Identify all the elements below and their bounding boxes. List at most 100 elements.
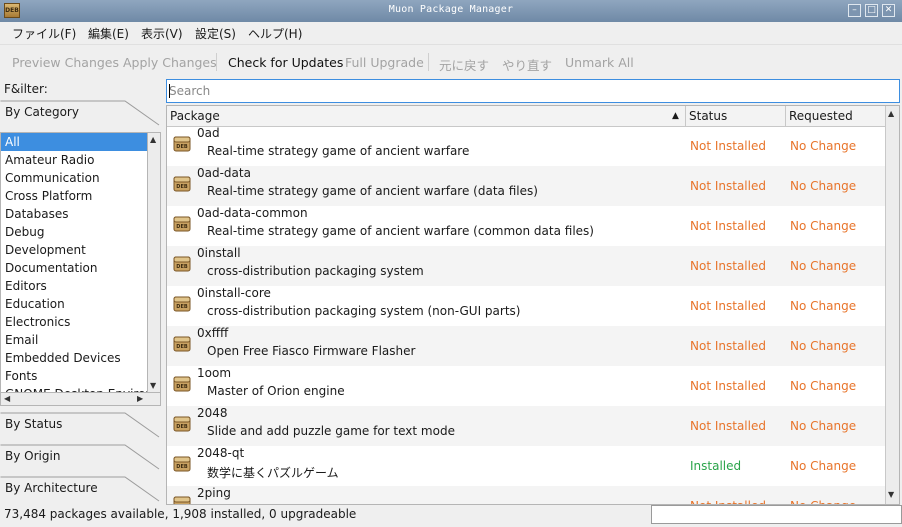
package-name: 2048-qt: [197, 446, 245, 460]
table-row[interactable]: DEB 0ad Real-time strategy game of ancient…: [167, 126, 886, 166]
category-vertical-scrollbar[interactable]: ▲ ▼: [147, 132, 161, 394]
status-bar: 73,484 packages available, 1,908 install…: [0, 505, 902, 527]
table-row[interactable]: DEB 0ad-data Real-time strategy game of an…: [167, 166, 886, 206]
category-item[interactable]: Fonts: [1, 367, 147, 385]
by-status-label: By Status: [5, 417, 63, 431]
category-item[interactable]: Communication: [1, 169, 147, 187]
package-icon: DEB: [173, 175, 191, 193]
package-description: Open Free Fiasco Firmware Flasher: [207, 344, 416, 358]
search-box[interactable]: [166, 79, 900, 103]
menu-bar: ファイル(F) 編集(E) 表示(V) 設定(S) ヘルプ(H): [0, 22, 902, 44]
search-input[interactable]: [169, 82, 889, 100]
package-requested: No Change: [790, 259, 857, 273]
category-item-all[interactable]: All: [1, 133, 147, 151]
package-description: Slide and add puzzle game for text mode: [207, 424, 455, 438]
window-title: Muon Package Manager: [388, 4, 514, 15]
by-category-tab[interactable]: By Category: [0, 100, 163, 126]
category-item[interactable]: Email: [1, 331, 147, 349]
unmark-all-button[interactable]: Unmark All: [565, 55, 634, 70]
table-row[interactable]: DEB2pingNot InstalledNo Change: [167, 486, 886, 504]
full-upgrade-button[interactable]: Full Upgrade: [345, 55, 424, 70]
table-row[interactable]: DEB 0ad-data-common Real-time strategy gam…: [167, 206, 886, 246]
svg-text:DEB: DEB: [176, 424, 188, 430]
scroll-left-icon[interactable]: ◀: [4, 394, 10, 404]
package-status: Not Installed: [690, 299, 766, 313]
menu-settings[interactable]: 設定(S): [195, 25, 236, 42]
package-requested: No Change: [790, 459, 857, 473]
by-status-tab[interactable]: By Status: [0, 412, 163, 438]
scroll-up-icon[interactable]: ▲: [888, 109, 894, 119]
by-architecture-tab[interactable]: By Architecture: [0, 476, 163, 502]
package-requested: No Change: [790, 339, 857, 353]
check-updates-button[interactable]: Check for Updates: [228, 55, 343, 70]
svg-text:DEB: DEB: [176, 184, 188, 190]
column-requested[interactable]: Requested: [789, 109, 853, 123]
svg-text:DEB: DEB: [176, 144, 188, 150]
category-item[interactable]: Electronics: [1, 313, 147, 331]
category-item[interactable]: Debug: [1, 223, 147, 241]
category-item[interactable]: Education: [1, 295, 147, 313]
package-status: Not Installed: [690, 259, 766, 273]
category-item[interactable]: Editors: [1, 277, 147, 295]
category-item[interactable]: Embedded Devices: [1, 349, 147, 367]
menu-view[interactable]: 表示(V): [141, 25, 183, 42]
tab-divider: [0, 124, 163, 132]
package-icon: DEB: [173, 135, 191, 153]
category-item[interactable]: Development: [1, 241, 147, 259]
svg-text:DEB: DEB: [176, 264, 188, 270]
table-row[interactable]: DEB 2048-qt 数学に基くパズルゲーム Installed No Change: [167, 446, 886, 486]
column-status[interactable]: Status: [689, 109, 727, 123]
title-bar: DEB Muon Package Manager – □ ✕: [0, 0, 902, 22]
table-header: Package ▲ Status Requested: [167, 106, 886, 127]
category-item[interactable]: Amateur Radio: [1, 151, 147, 169]
apply-changes-button[interactable]: Apply Changes: [123, 55, 217, 70]
package-rows: DEB 0ad Real-time strategy game of ancient…: [167, 126, 886, 504]
scroll-down-icon[interactable]: ▼: [888, 490, 894, 500]
redo-button[interactable]: やり直す: [502, 55, 552, 74]
package-icon: DEB: [173, 415, 191, 433]
preview-changes-button[interactable]: Preview Changes: [12, 55, 119, 70]
category-item[interactable]: Documentation: [1, 259, 147, 277]
package-description: Master of Orion engine: [207, 384, 345, 398]
package-name: 1oom: [197, 366, 232, 380]
table-row[interactable]: DEB 0install cross-distribution packaging …: [167, 246, 886, 286]
close-icon[interactable]: ✕: [882, 4, 895, 17]
status-text: 73,484 packages available, 1,908 install…: [4, 507, 357, 521]
package-icon: DEB: [173, 295, 191, 313]
scroll-down-icon[interactable]: ▼: [150, 381, 156, 391]
toolbar: Preview Changes Apply Changes Check for …: [0, 44, 902, 79]
package-icon: DEB: [173, 375, 191, 393]
svg-text:DEB: DEB: [176, 384, 188, 390]
category-horizontal-scrollbar[interactable]: ◀ ▶: [0, 392, 161, 406]
table-row[interactable]: DEB 0xffff Open Free Fiasco Firmware Flash…: [167, 326, 886, 366]
package-description: Real-time strategy game of ancient warfa…: [207, 144, 470, 158]
minimize-icon[interactable]: –: [848, 4, 861, 17]
toolbar-separator: [428, 53, 429, 71]
package-status: Not Installed: [690, 379, 766, 393]
package-requested: No Change: [790, 139, 857, 153]
category-list[interactable]: All Amateur Radio Communication Cross Pl…: [0, 132, 147, 394]
category-item[interactable]: Databases: [1, 205, 147, 223]
column-divider[interactable]: [785, 106, 786, 126]
column-package[interactable]: Package: [170, 109, 220, 123]
undo-button[interactable]: 元に戻す: [439, 55, 489, 74]
table-row[interactable]: DEB 2048 Slide and add puzzle game for tex…: [167, 406, 886, 446]
package-icon: DEB: [173, 495, 191, 504]
menu-edit[interactable]: 編集(E): [88, 25, 129, 42]
package-status: Not Installed: [690, 339, 766, 353]
scroll-right-icon[interactable]: ▶: [137, 394, 143, 404]
package-vertical-scrollbar[interactable]: ▲ ▼: [885, 106, 899, 504]
category-item[interactable]: Cross Platform: [1, 187, 147, 205]
sort-ascending-icon[interactable]: ▲: [672, 111, 679, 121]
package-requested: No Change: [790, 219, 857, 233]
menu-help[interactable]: ヘルプ(H): [248, 25, 302, 42]
menu-file[interactable]: ファイル(F): [12, 25, 76, 42]
maximize-icon[interactable]: □: [865, 4, 878, 17]
column-divider[interactable]: [685, 106, 686, 126]
package-name: 2048: [197, 406, 228, 420]
table-row[interactable]: DEB 1oom Master of Orion engine Not Install…: [167, 366, 886, 406]
scroll-up-icon[interactable]: ▲: [150, 135, 156, 145]
table-row[interactable]: DEB 0install-core cross-distribution packa…: [167, 286, 886, 326]
filter-panel: F&ilter: By Category All Amateur Radio C…: [0, 78, 163, 505]
by-origin-tab[interactable]: By Origin: [0, 444, 163, 470]
